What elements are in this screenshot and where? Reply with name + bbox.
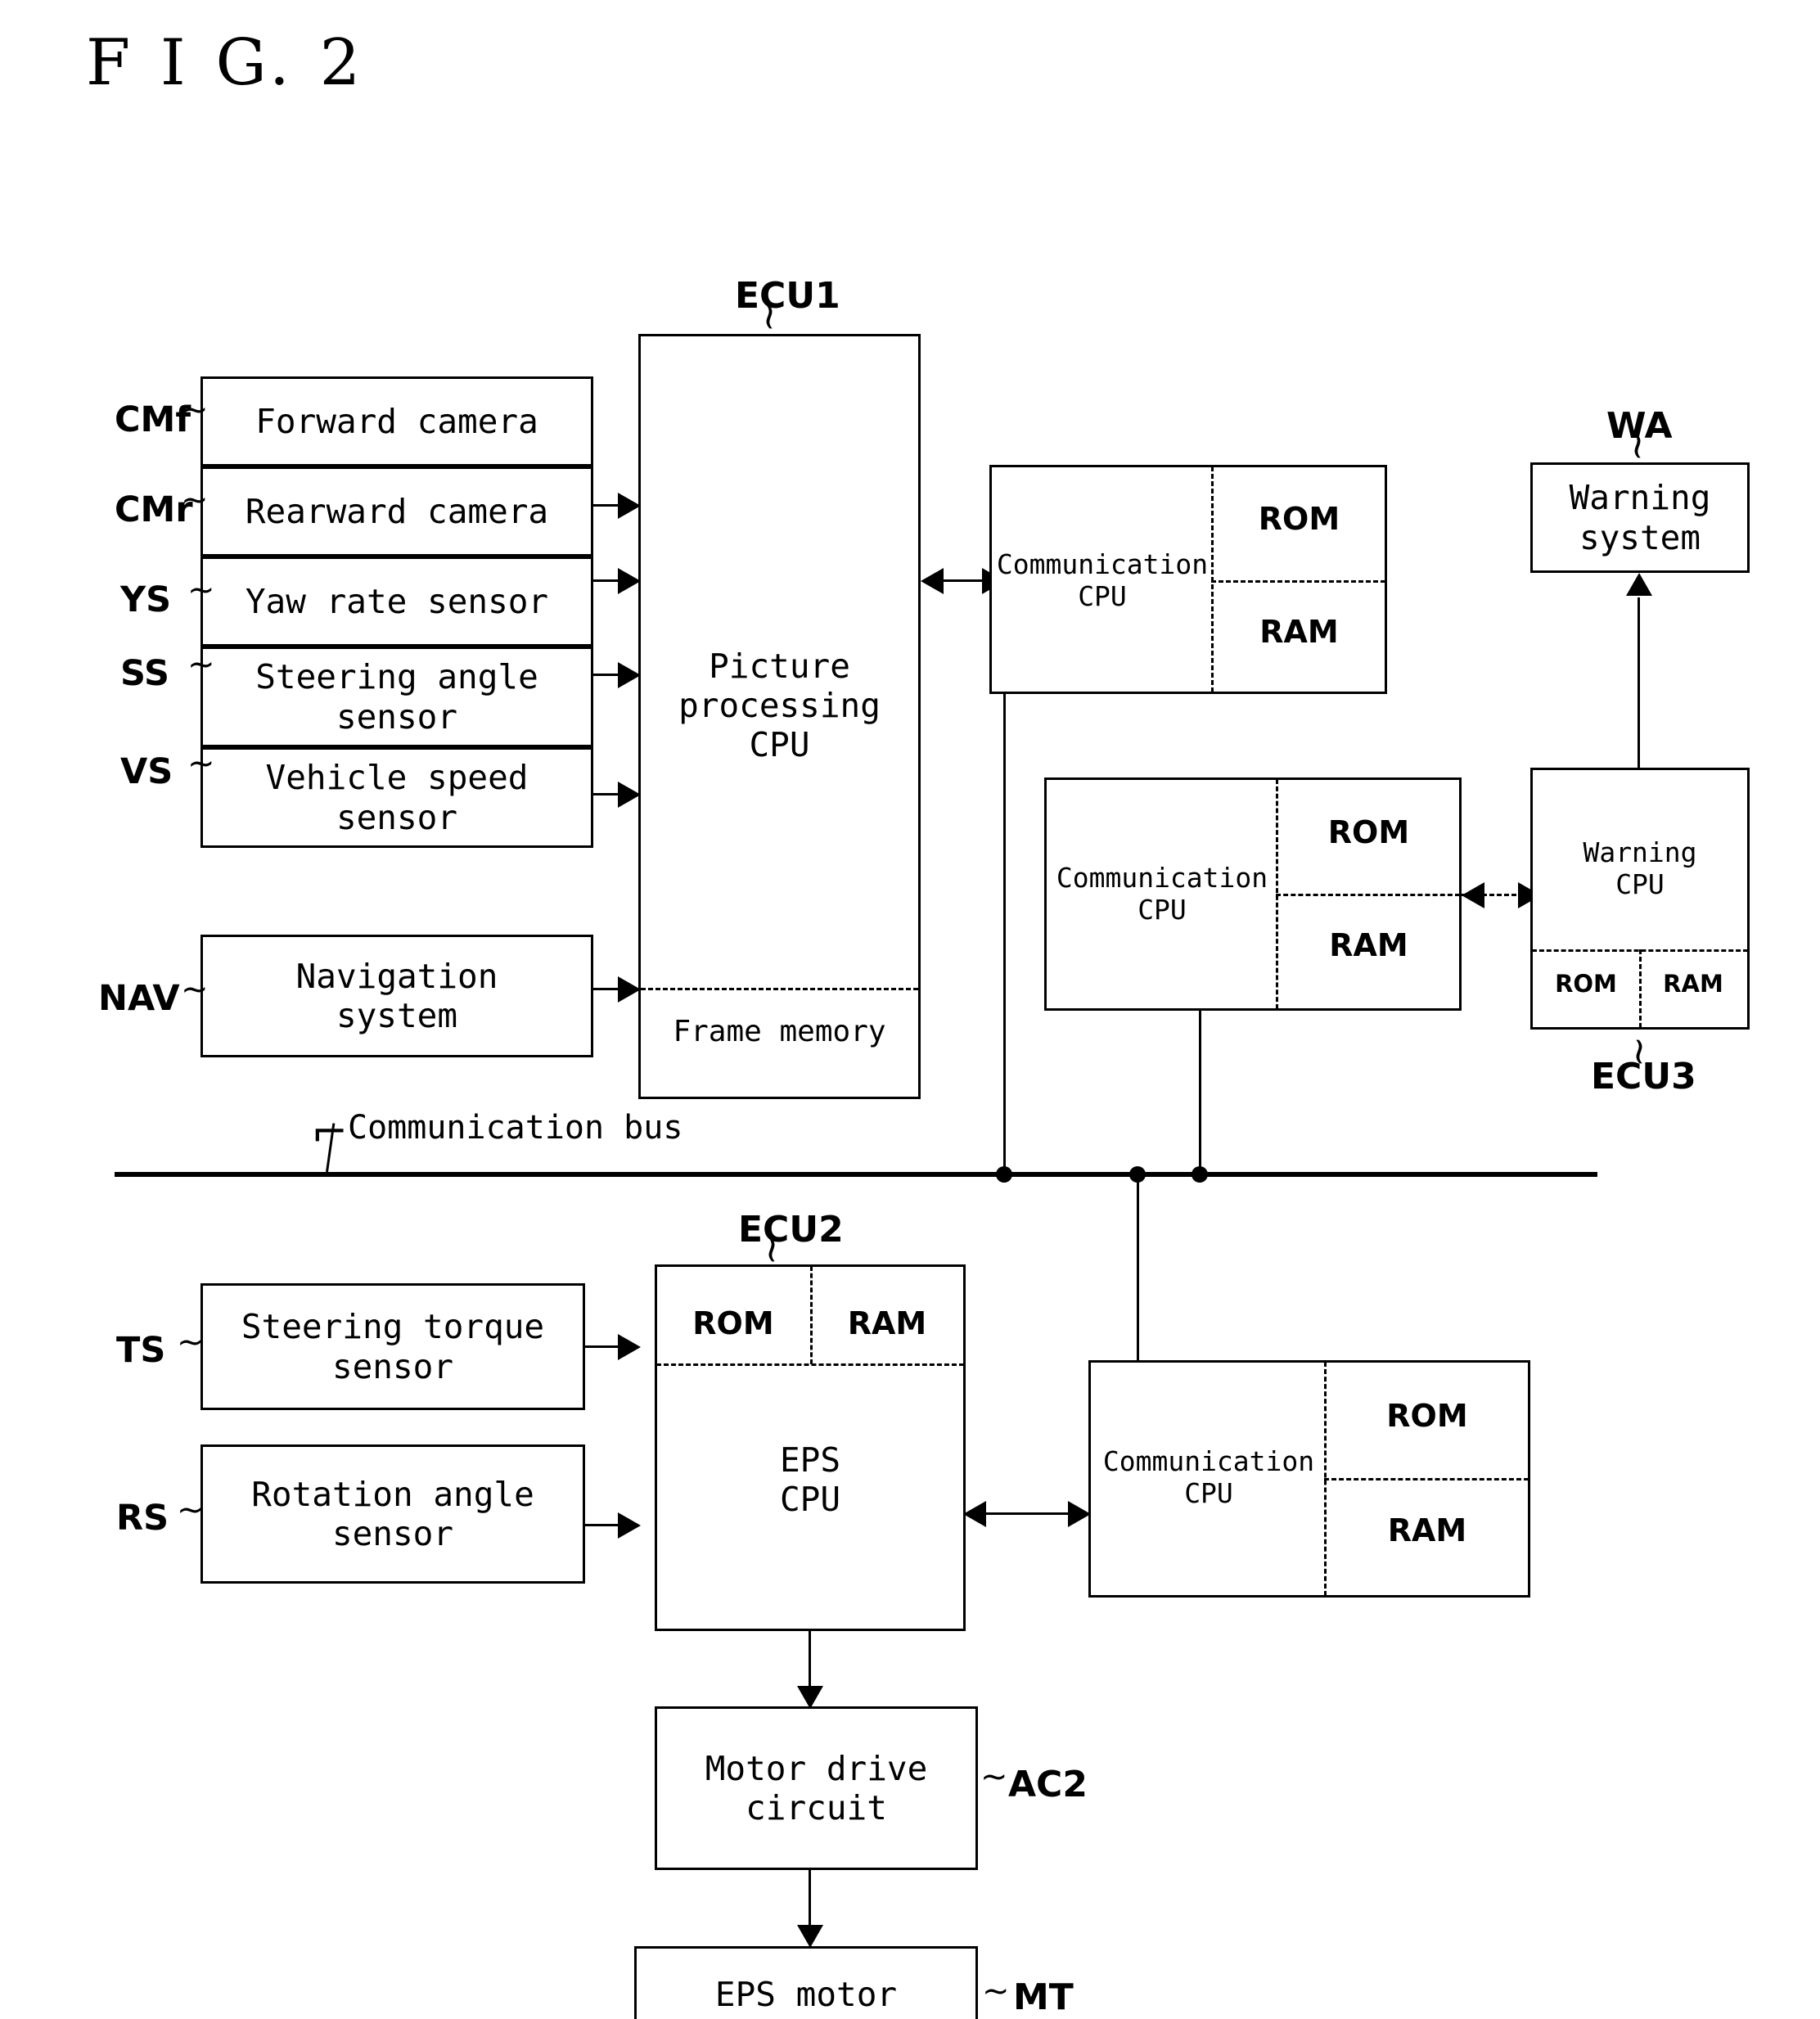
- leader-squiggle-ecu1: ~: [748, 300, 793, 333]
- sensor-label: Yaw rate sensor: [245, 581, 549, 621]
- leader-squiggle-rs: ~: [177, 1491, 205, 1529]
- warning-cpu-label: Warning CPU: [1583, 836, 1697, 900]
- ref-tag-nav: NAV: [98, 978, 180, 1019]
- arrow-head-right-ecu2-comm3: [1068, 1501, 1091, 1527]
- ref-tag-vs: VS: [120, 751, 173, 792]
- sensor-box-rearward-camera[interactable]: Rearward camera: [200, 466, 593, 557]
- comm-cpu-3-ram-label: RAM: [1387, 1512, 1467, 1548]
- ref-tag-mt: MT: [1013, 1976, 1074, 2018]
- arrow-head-ecu3-to-warning: [1626, 573, 1652, 596]
- leader-squiggle-cmf: ~: [181, 391, 209, 429]
- arrow-head-left-comm2-ecu3: [1462, 882, 1484, 908]
- comm-cpu-2-rom-label: ROM: [1327, 814, 1410, 850]
- navigation-system-label: Navigation system: [295, 956, 498, 1035]
- bus-drop-line-comm3: [1137, 1172, 1139, 1362]
- ecu2-vdivider: [810, 1266, 813, 1364]
- leader-squiggle-vs: ~: [187, 745, 215, 782]
- bus-drop-line-comm1: [1003, 692, 1006, 1171]
- arrow-head-cmr-to-ecu1: [618, 493, 641, 519]
- sensor-box-steering-angle-sensor[interactable]: Steering angle sensor: [200, 647, 593, 747]
- comm-cpu-1-hdivider: [1211, 580, 1385, 583]
- comm-cpu-1-rom-label: ROM: [1258, 501, 1340, 537]
- ref-tag-ys: YS: [120, 579, 172, 620]
- arrow-line-ecu3-to-warning: [1638, 597, 1640, 768]
- arrow-head-left-ecu1-comm1: [921, 568, 944, 594]
- ref-tag-rs: RS: [116, 1498, 169, 1539]
- leader-squiggle-ts: ~: [177, 1323, 205, 1361]
- sensor-box-vehicle-speed-sensor[interactable]: Vehicle speed sensor: [200, 747, 593, 848]
- navigation-system-box[interactable]: Navigation system: [200, 935, 593, 1057]
- arrow-head-nav-to-ecu1: [618, 976, 641, 1003]
- ref-tag-ts: TS: [116, 1330, 166, 1371]
- comm-cpu-2-ram-label: RAM: [1329, 927, 1408, 963]
- arrow-head-ecu2-to-motor-drive: [797, 1686, 823, 1709]
- arrow-head-vs-to-ecu1: [618, 782, 641, 808]
- sensor-label: Rotation angle sensor: [251, 1474, 534, 1553]
- picture-processing-cpu-label: Picture processing CPU: [678, 647, 881, 764]
- arrow-head-left-ecu2-comm3: [963, 1501, 986, 1527]
- bus-junction-dot-3: [1192, 1166, 1208, 1183]
- arrow-head-rs-to-ecu2: [618, 1512, 641, 1539]
- eps-cpu-label: EPS CPU: [779, 1440, 841, 1519]
- ecu3-rom-label: ROM: [1555, 970, 1617, 998]
- eps-motor-box[interactable]: EPS motor: [634, 1946, 978, 2019]
- sensor-box-rotation-angle-sensor[interactable]: Rotation angle sensor: [200, 1444, 585, 1584]
- leader-squiggle-mt: ~: [982, 1972, 1010, 2010]
- frame-memory-label: Frame memory: [673, 1015, 886, 1048]
- sensor-label: Steering torque sensor: [241, 1307, 545, 1386]
- frame-memory-divider: [641, 988, 918, 990]
- sensor-box-steering-torque-sensor[interactable]: Steering torque sensor: [200, 1283, 585, 1410]
- sensor-box-yaw-rate-sensor[interactable]: Yaw rate sensor: [200, 557, 593, 647]
- ref-tag-ss: SS: [120, 653, 170, 694]
- leader-squiggle-ac2: ~: [980, 1758, 1008, 1796]
- ref-tag-cmf: CMf: [115, 399, 191, 440]
- sensor-label: Forward camera: [255, 401, 538, 441]
- arrow-head-ys-to-ecu1: [618, 568, 641, 594]
- bus-junction-dot-1: [996, 1166, 1012, 1183]
- motor-drive-circuit-label: Motor drive circuit: [705, 1748, 928, 1827]
- comm-cpu-3-rom-label: ROM: [1386, 1398, 1468, 1434]
- sensor-label: Rearward camera: [245, 491, 549, 531]
- communication-bus-label: Communication bus: [348, 1109, 683, 1147]
- leader-squiggle-ss: ~: [187, 646, 215, 683]
- arrow-head-motor-drive-to-eps-motor: [797, 1925, 823, 1948]
- figure-title: F I G. 2: [86, 26, 366, 100]
- leader-squiggle-wa: ~: [1616, 430, 1661, 462]
- comm-cpu-3-hdivider: [1324, 1478, 1529, 1480]
- comm-cpu-2-hdivider: [1276, 894, 1460, 896]
- warning-system-box[interactable]: Warning system: [1530, 462, 1750, 573]
- warning-system-label: Warning system: [1569, 478, 1711, 557]
- leader-squiggle-cmr: ~: [181, 481, 209, 519]
- leader-squiggle-ecu2: ~: [750, 1233, 795, 1266]
- sensor-label: Vehicle speed sensor: [265, 758, 529, 837]
- comm-cpu-2-label: Communication CPU: [1056, 862, 1268, 926]
- ref-tag-ecu3: ECU3: [1591, 1056, 1696, 1097]
- ecu2-hdivider: [656, 1363, 964, 1366]
- leader-squiggle-nav: ~: [181, 971, 209, 1008]
- motor-drive-circuit-box[interactable]: Motor drive circuit: [655, 1706, 978, 1870]
- comm-cpu-1-label: Communication CPU: [996, 548, 1209, 612]
- eps-motor-label: EPS motor: [714, 1974, 898, 2014]
- ecu2-ram-label: RAM: [847, 1305, 927, 1341]
- sensor-box-forward-camera[interactable]: Forward camera: [200, 376, 593, 466]
- comm-cpu-1-ram-label: RAM: [1259, 614, 1339, 650]
- figure-canvas: F I G. 2 Forward camera Rearward camera …: [0, 0, 1820, 2019]
- ref-tag-ac2: AC2: [1008, 1764, 1088, 1805]
- arrow-head-ts-to-ecu2: [618, 1334, 641, 1360]
- ecu3-ram-label: RAM: [1663, 970, 1723, 998]
- communication-bus-line: [115, 1172, 1597, 1177]
- ecu2-rom-label: ROM: [692, 1305, 774, 1341]
- sensor-label: Steering angle sensor: [255, 657, 538, 737]
- comm-cpu-3-label: Communication CPU: [1102, 1445, 1315, 1509]
- leader-squiggle-ys: ~: [187, 571, 215, 609]
- bus-drop-line-comm2: [1199, 1009, 1201, 1171]
- arrow-head-ss-to-ecu1: [618, 662, 641, 688]
